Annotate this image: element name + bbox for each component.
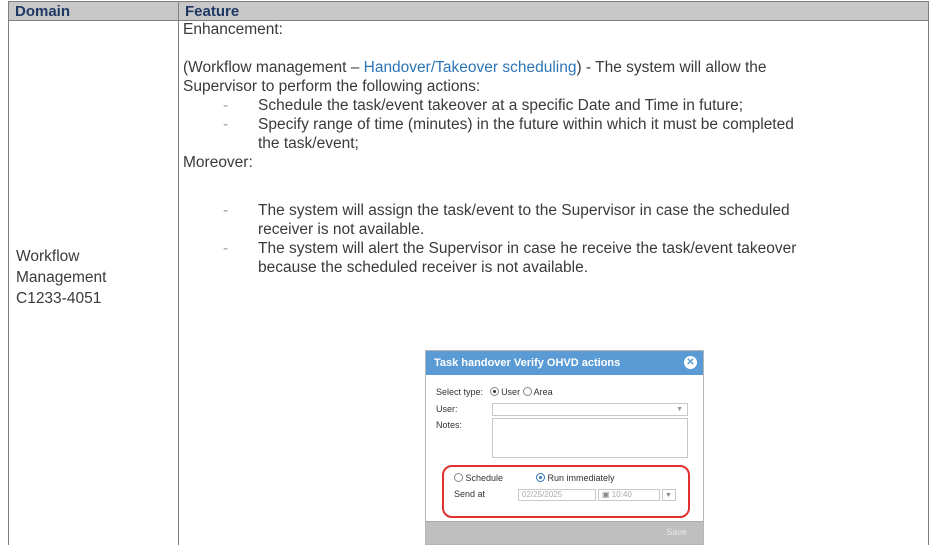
select-type-label: Select type:	[436, 387, 484, 397]
intro-suffix: ) - The system will allow the	[576, 59, 767, 76]
intro-line-2: Supervisor to perform the following acti…	[183, 78, 481, 95]
close-icon[interactable]: ✕	[684, 356, 697, 369]
handover-link[interactable]: Handover/Takeover scheduling	[364, 59, 577, 76]
send-at-label: Send at	[454, 489, 486, 499]
domain-line: Management	[16, 269, 107, 286]
dialog-footer: Save	[426, 521, 703, 544]
radio-user[interactable]	[489, 387, 499, 396]
user-label: User:	[436, 404, 458, 414]
domain-cell: Workflow Management C1233-4051	[16, 246, 166, 309]
date-value: 02/25/2025	[522, 490, 563, 499]
enhancement-heading: Enhancement:	[183, 21, 283, 38]
dash-bullet: -	[223, 240, 229, 257]
feature-cell: Enhancement: (Workflow management – Hand…	[183, 20, 913, 277]
dialog-title-bar: Task handover Verify OHVD actions ✕	[426, 351, 703, 375]
time-value: 10:40	[611, 490, 632, 499]
table-border-right	[928, 21, 929, 545]
intro-prefix: (Workflow management –	[183, 59, 364, 76]
intro-paragraph: (Workflow management – Handover/Takeover…	[183, 58, 913, 77]
domain-line: C1233-4051	[16, 290, 102, 307]
chevron-down-icon: ▼	[665, 492, 672, 499]
dash-bullet: -	[223, 97, 229, 114]
time-dropdown[interactable]: ▼	[662, 489, 676, 501]
bullet-text: Specify range of time (minutes) in the f…	[258, 116, 794, 133]
radio-schedule[interactable]	[454, 473, 463, 482]
column-divider	[178, 21, 179, 545]
notes-textarea[interactable]	[492, 418, 688, 458]
dialog-body: Select type: User Area User: ▼ Notes: Sc…	[426, 375, 703, 544]
schedule-label: Schedule	[465, 473, 504, 483]
radio-area[interactable]	[522, 387, 532, 396]
header-feature: Feature	[178, 1, 929, 21]
select-type-row: Select type: User Area	[436, 387, 553, 397]
bullet-text: The system will alert the Supervisor in …	[258, 240, 797, 257]
notes-label: Notes:	[436, 420, 463, 430]
radio-user-label: User	[501, 387, 521, 397]
save-button[interactable]: Save	[666, 527, 687, 537]
bullet-text: Schedule the task/event takeover at a sp…	[258, 97, 744, 114]
radio-run-immediately[interactable]	[536, 473, 545, 482]
calendar-icon: ▣	[602, 490, 610, 499]
table-border-left	[8, 21, 9, 545]
bullet-text: because the scheduled receiver is not av…	[258, 259, 589, 276]
bullet-text: receiver is not available.	[258, 221, 425, 238]
dialog-title: Task handover Verify OHVD actions	[434, 357, 621, 369]
list-item: - The system will assign the task/event …	[183, 201, 913, 239]
dash-bullet: -	[223, 116, 229, 133]
header-domain: Domain	[8, 1, 179, 21]
radio-area-label: Area	[533, 387, 553, 397]
moreover-label: Moreover:	[183, 154, 253, 171]
schedule-option[interactable]: Schedule	[454, 473, 503, 483]
bullet-text: the task/event;	[258, 135, 359, 152]
bullet-text: The system will assign the task/event to…	[258, 202, 790, 219]
list-item: - Specify range of time (minutes) in the…	[183, 115, 913, 153]
list-item: - The system will alert the Supervisor i…	[183, 239, 913, 277]
user-select[interactable]: ▼	[492, 403, 688, 416]
dash-bullet: -	[223, 202, 229, 219]
task-handover-dialog: Task handover Verify OHVD actions ✕ Sele…	[425, 350, 704, 545]
chevron-down-icon: ▼	[676, 406, 683, 413]
date-input[interactable]: 02/25/2025	[518, 489, 596, 501]
run-immediately-option[interactable]: Run immediately	[536, 473, 615, 483]
domain-line: Workflow	[16, 248, 80, 265]
run-immediately-label: Run immediately	[547, 473, 615, 483]
time-input[interactable]: ▣ 10:40	[598, 489, 660, 501]
list-item: - Schedule the task/event takeover at a …	[183, 96, 913, 115]
